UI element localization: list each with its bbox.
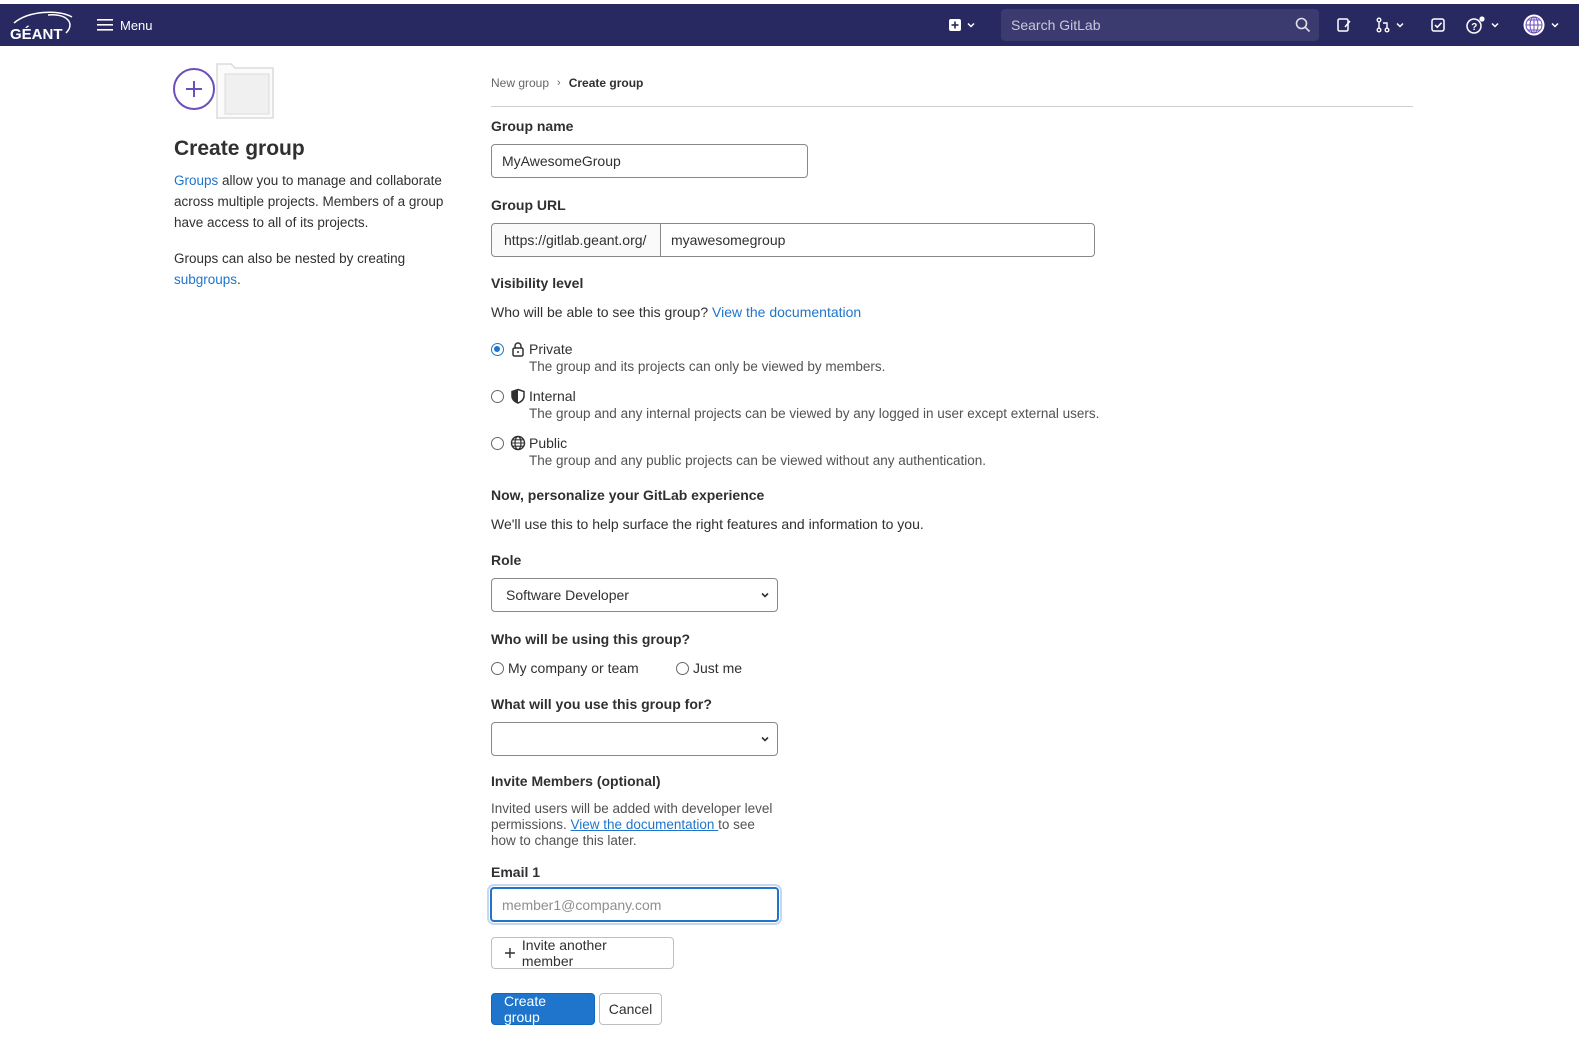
create-group-label: Create group [504, 993, 547, 1025]
help-button[interactable]: ? [1466, 15, 1500, 35]
subgroups-description-text: Groups can also be nested by creating [174, 251, 406, 266]
visibility-radio-internal[interactable] [491, 390, 504, 403]
subgroups-description-end: . [237, 272, 241, 287]
visibility-question-text: Who will be able to see this group? [491, 304, 713, 320]
create-group-button[interactable]: Create group [491, 993, 595, 1025]
role-select[interactable]: Software Developer [491, 578, 778, 612]
role-select-value: Software Developer [506, 587, 629, 603]
new-dropdown-button[interactable] [948, 15, 976, 35]
create-group-illustration-icon [173, 63, 274, 119]
using-radio-company[interactable] [491, 661, 504, 675]
visibility-level-label: Visibility level [491, 275, 584, 291]
shield-icon [511, 388, 525, 404]
visibility-help-internal: The group and any internal projects can … [529, 406, 1100, 421]
issues-button[interactable] [1336, 15, 1352, 35]
chevron-down-icon [761, 736, 769, 742]
top-navbar: GÉANT Menu Search GitLab ? [0, 4, 1579, 46]
using-group-label: Who will be using this group? [491, 631, 691, 647]
visibility-radio-private[interactable] [491, 343, 504, 356]
cancel-label: Cancel [608, 1001, 653, 1017]
menu-label: Menu [120, 17, 153, 33]
globe-icon [510, 435, 526, 451]
visibility-title-public: Public [529, 435, 568, 451]
email-1-label: Email 1 [491, 864, 541, 880]
visibility-doc-link[interactable]: View the documentation [712, 304, 861, 320]
invite-members-help: Invited users will be added with develop… [491, 801, 781, 849]
group-name-label: Group name [491, 118, 574, 134]
menu-button[interactable]: Menu [96, 14, 153, 36]
email-1-input[interactable] [490, 887, 779, 922]
merge-request-icon [1376, 17, 1390, 33]
svg-text:?: ? [1471, 22, 1477, 33]
chevron-down-icon [1396, 22, 1404, 28]
search-input[interactable] [1009, 16, 1295, 34]
invite-members-title: Invite Members (optional) [491, 773, 661, 789]
group-url-prefix: https://gitlab.geant.org/ [491, 223, 661, 257]
visibility-title-private: Private [529, 341, 573, 357]
purpose-label: What will you use this group for? [491, 696, 712, 712]
geant-logo-icon: GÉANT [10, 11, 73, 43]
user-avatar-button[interactable] [1522, 14, 1560, 36]
purpose-select[interactable] [491, 722, 778, 756]
page-title: Create group [174, 137, 305, 160]
search-icon[interactable] [1295, 17, 1311, 33]
avatar-icon [1523, 14, 1545, 36]
visibility-radio-public[interactable] [491, 437, 504, 450]
issues-icon [1337, 18, 1351, 32]
personalize-help: We'll use this to help surface the right… [491, 516, 924, 532]
visibility-option-public[interactable]: Public The group and any public projects… [491, 435, 986, 469]
group-url-input[interactable] [660, 223, 1095, 257]
svg-text:GÉANT: GÉANT [10, 26, 63, 43]
hamburger-icon [97, 19, 113, 31]
using-option-company-label: My company or team [508, 660, 639, 676]
groups-link[interactable]: Groups [174, 173, 218, 188]
invite-another-member-button[interactable]: Invite another member [491, 937, 674, 969]
cancel-button[interactable]: Cancel [599, 993, 662, 1025]
help-icon: ? [1466, 16, 1485, 34]
plus-square-icon [949, 19, 961, 31]
todo-check-icon [1431, 18, 1445, 32]
breadcrumb: New group › Create group [491, 76, 643, 90]
chevron-down-icon [1551, 22, 1559, 28]
using-option-company[interactable]: My company or team [491, 660, 639, 676]
breadcrumb-separator: › [557, 77, 561, 89]
invite-doc-link[interactable]: View the documentation [571, 817, 719, 832]
subgroups-link[interactable]: subgroups [174, 272, 237, 287]
group-name-input[interactable] [491, 144, 808, 178]
breadcrumb-divider [491, 106, 1413, 107]
group-url-label: Group URL [491, 197, 566, 213]
using-option-just-me-label: Just me [693, 660, 743, 676]
visibility-help-private: The group and its projects can only be v… [529, 359, 886, 374]
plus-icon [504, 948, 515, 958]
subgroups-description: Groups can also be nested by creating su… [174, 248, 459, 290]
todos-button[interactable] [1430, 15, 1446, 35]
chevron-down-icon [967, 22, 975, 28]
personalize-title: Now, personalize your GitLab experience [491, 487, 765, 503]
merge-requests-button[interactable] [1375, 15, 1405, 35]
visibility-title-internal: Internal [529, 388, 576, 404]
chevron-down-icon [761, 592, 769, 598]
group-description: Groups allow you to manage and collabora… [174, 170, 459, 233]
lock-icon [512, 342, 524, 357]
visibility-option-private[interactable]: Private The group and its projects can o… [491, 341, 885, 375]
visibility-help-public: The group and any public projects can be… [529, 453, 987, 468]
breadcrumb-current: Create group [568, 76, 644, 90]
chevron-down-icon [1491, 22, 1499, 28]
visibility-question: Who will be able to see this group? View… [491, 304, 861, 320]
visibility-option-internal[interactable]: Internal The group and any internal proj… [491, 388, 1099, 422]
search-box[interactable] [1001, 9, 1319, 41]
invite-another-member-label: Invite another member [521, 937, 607, 969]
role-label: Role [491, 552, 522, 568]
geant-logo[interactable]: GÉANT [8, 9, 78, 43]
using-option-just-me[interactable]: Just me [676, 660, 742, 676]
using-radio-just-me[interactable] [676, 661, 689, 675]
breadcrumb-new-group[interactable]: New group [491, 76, 549, 90]
